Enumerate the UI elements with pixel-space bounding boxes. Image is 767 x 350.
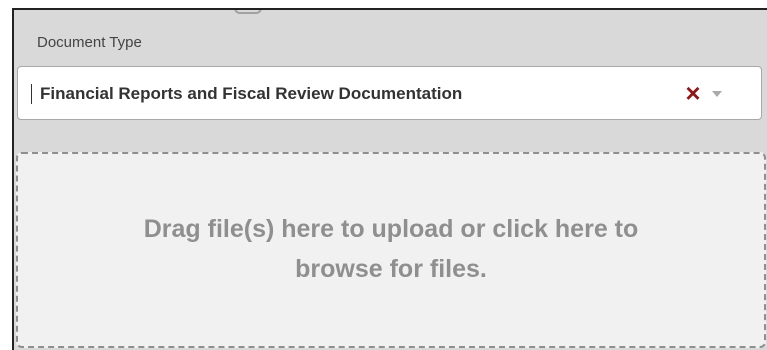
chevron-down-icon[interactable]: [712, 91, 722, 97]
clipped-top-fragment: [234, 10, 262, 14]
document-type-selected-value[interactable]: Financial Reports and Fiscal Review Docu…: [40, 84, 462, 104]
document-type-label: Document Type: [37, 34, 142, 51]
document-type-select[interactable]: Financial Reports and Fiscal Review Docu…: [17, 66, 762, 120]
file-upload-dropzone[interactable]: Drag file(s) here to upload or click her…: [16, 152, 766, 348]
dropzone-instructions[interactable]: Drag file(s) here to upload or click her…: [18, 209, 764, 289]
document-upload-panel: Document Type Financial Reports and Fisc…: [12, 8, 767, 350]
text-cursor: [31, 84, 32, 104]
dropzone-text-line-1: Drag file(s) here to upload or click her…: [143, 215, 639, 243]
dropzone-text-line-2: browse for files.: [295, 255, 487, 283]
clear-selection-icon[interactable]: ×: [682, 80, 704, 106]
